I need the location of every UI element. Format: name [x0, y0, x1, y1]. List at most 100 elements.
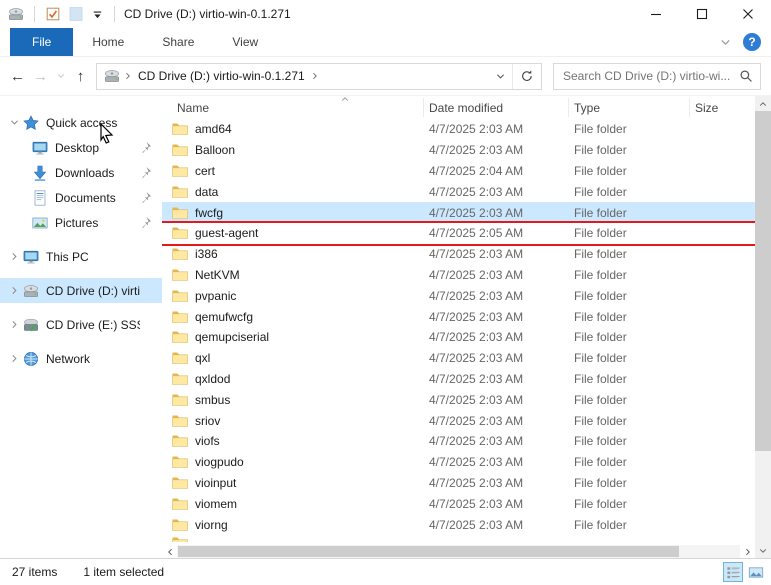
horizontal-scrollbar-track[interactable]	[177, 545, 740, 558]
chevron-right-icon[interactable]	[6, 285, 23, 296]
scroll-right-icon[interactable]	[740, 545, 755, 558]
file-name: smbus	[195, 392, 231, 407]
back-button[interactable]: ←	[6, 64, 29, 88]
column-header-size[interactable]: Size	[690, 98, 746, 117]
file-date-modified: 4/7/2025 2:03 AM	[429, 122, 524, 137]
divider	[114, 6, 115, 22]
table-row[interactable]: sriov 4/7/2025 2:03 AM File folder	[162, 410, 755, 431]
picture-icon	[32, 215, 48, 231]
table-row[interactable]: qemupciserial 4/7/2025 2:03 AM File fold…	[162, 327, 755, 348]
sidebar-item[interactable]: CD Drive (E:) SSS_X64	[0, 312, 162, 337]
scroll-left-icon[interactable]	[162, 545, 177, 558]
customize-quick-access-toolbar-icon[interactable]	[91, 8, 104, 21]
horizontal-scrollbar[interactable]	[162, 545, 755, 558]
file-name: guest-agent	[195, 226, 259, 241]
properties-checkbox-icon[interactable]	[45, 6, 61, 22]
sidebar-item[interactable]: This PC	[0, 244, 162, 269]
file-type: File folder	[574, 413, 627, 428]
thumbnails-view-button[interactable]	[746, 562, 766, 582]
table-row[interactable]: NetKVM 4/7/2025 2:03 AM File folder	[162, 265, 755, 286]
search-icon[interactable]	[739, 69, 753, 83]
table-row[interactable]: vioinput 4/7/2025 2:03 AM File folder	[162, 473, 755, 494]
ribbon-tab[interactable]: Share	[143, 28, 213, 56]
document-icon	[32, 190, 48, 206]
table-row[interactable]: pvpanic 4/7/2025 2:03 AM File folder	[162, 285, 755, 306]
help-button[interactable]: ?	[743, 33, 761, 51]
table-row[interactable]: amd64 4/7/2025 2:03 AM File folder	[162, 119, 755, 140]
search-box[interactable]: Search CD Drive (D:) virtio-wi...	[553, 62, 761, 90]
breadcrumb[interactable]: CD Drive (D:) virtio-win-0.1.271	[138, 69, 305, 83]
forward-button[interactable]: →	[29, 64, 52, 88]
maximize-button[interactable]	[679, 0, 725, 28]
chevron-down-icon[interactable]	[6, 117, 23, 128]
chevron-right-icon[interactable]	[6, 251, 23, 262]
expand-ribbon-icon[interactable]	[719, 36, 732, 49]
address-dropdown-icon[interactable]	[488, 71, 512, 82]
table-row[interactable]: qxldod 4/7/2025 2:03 AM File folder	[162, 369, 755, 390]
file-date-modified: 4/7/2025 2:05 AM	[429, 226, 524, 241]
sidebar-item[interactable]: CD Drive (D:) virtio-w	[0, 278, 162, 303]
folder-icon	[172, 497, 188, 511]
sidebar-item[interactable]: Quick access	[0, 110, 162, 135]
table-row[interactable]: Balloon 4/7/2025 2:03 AM File folder	[162, 140, 755, 161]
column-header-date-modified[interactable]: Date modified	[424, 98, 569, 117]
chevron-right-icon[interactable]	[310, 71, 320, 81]
column-header-type[interactable]: Type	[569, 98, 690, 117]
vertical-scrollbar-thumb[interactable]	[755, 111, 771, 451]
sidebar-item[interactable]: Desktop	[0, 135, 162, 160]
chevron-right-icon[interactable]	[6, 353, 23, 364]
horizontal-scrollbar-thumb[interactable]	[178, 546, 680, 557]
table-row[interactable]: data 4/7/2025 2:03 AM File folder	[162, 181, 755, 202]
file-date-modified: 4/7/2025 2:03 AM	[429, 143, 524, 158]
column-header-name[interactable]: Name	[172, 98, 424, 117]
table-row[interactable]: viogpudo 4/7/2025 2:03 AM File folder	[162, 452, 755, 473]
sidebar-item[interactable]: Downloads	[0, 160, 162, 185]
up-button[interactable]: ↑	[69, 64, 92, 88]
refresh-button[interactable]	[512, 63, 541, 89]
scroll-up-icon[interactable]	[755, 96, 771, 111]
minimize-button[interactable]	[633, 0, 679, 28]
folder-icon	[172, 164, 188, 178]
sidebar-item[interactable]: Documents	[0, 185, 162, 210]
table-row[interactable]: fwcfg 4/7/2025 2:03 AM File folder	[162, 202, 755, 223]
pin-icon[interactable]	[139, 141, 152, 154]
pin-icon[interactable]	[139, 166, 152, 179]
divider	[34, 6, 35, 22]
table-row[interactable]: smbus 4/7/2025 2:03 AM File folder	[162, 389, 755, 410]
table-row[interactable]: qemufwcfg 4/7/2025 2:03 AM File folder	[162, 306, 755, 327]
network-icon	[23, 351, 39, 367]
table-row[interactable]: viomem 4/7/2025 2:03 AM File folder	[162, 493, 755, 514]
file-type: File folder	[574, 517, 627, 532]
download-icon	[32, 165, 48, 181]
chevron-right-icon[interactable]	[6, 319, 23, 330]
sidebar-item-label: Desktop	[55, 140, 100, 155]
recent-locations-dropdown[interactable]	[52, 64, 69, 88]
ribbon-tab[interactable]: View	[213, 28, 277, 56]
file-date-modified: 4/7/2025 2:03 AM	[429, 184, 524, 199]
pin-icon[interactable]	[139, 191, 152, 204]
sidebar-item[interactable]: Network	[0, 346, 162, 371]
details-view-button[interactable]	[723, 562, 743, 582]
table-row[interactable]: qxl 4/7/2025 2:03 AM File folder	[162, 348, 755, 369]
vertical-scrollbar-track[interactable]	[755, 111, 771, 543]
table-row[interactable]: viorng 4/7/2025 2:03 AM File folder	[162, 514, 755, 535]
table-row[interactable]: cert 4/7/2025 2:04 AM File folder	[162, 161, 755, 182]
thumbnails-view-icon	[748, 565, 764, 580]
scroll-down-icon[interactable]	[755, 543, 771, 558]
table-row[interactable]: guest-agent 4/7/2025 2:05 AM File folder	[162, 221, 755, 246]
address-bar[interactable]: CD Drive (D:) virtio-win-0.1.271	[96, 62, 542, 90]
vertical-scrollbar[interactable]	[755, 96, 771, 558]
table-row[interactable]: viofs 4/7/2025 2:03 AM File folder	[162, 431, 755, 452]
folder-icon	[172, 310, 188, 324]
sidebar-item-label: Network	[46, 351, 91, 366]
file-type: File folder	[574, 392, 627, 407]
ribbon-tab[interactable]: File	[10, 28, 74, 56]
ribbon-tab[interactable]: Home	[73, 28, 143, 56]
pin-icon[interactable]	[139, 216, 152, 229]
table-row[interactable]: i386 4/7/2025 2:03 AM File folder	[162, 244, 755, 265]
sidebar-item[interactable]: Pictures	[0, 210, 162, 235]
close-button[interactable]	[725, 0, 771, 28]
table-row-partial[interactable]	[162, 536, 755, 542]
sidebar-item-label: Documents	[55, 190, 116, 205]
new-folder-icon[interactable]	[68, 6, 84, 22]
